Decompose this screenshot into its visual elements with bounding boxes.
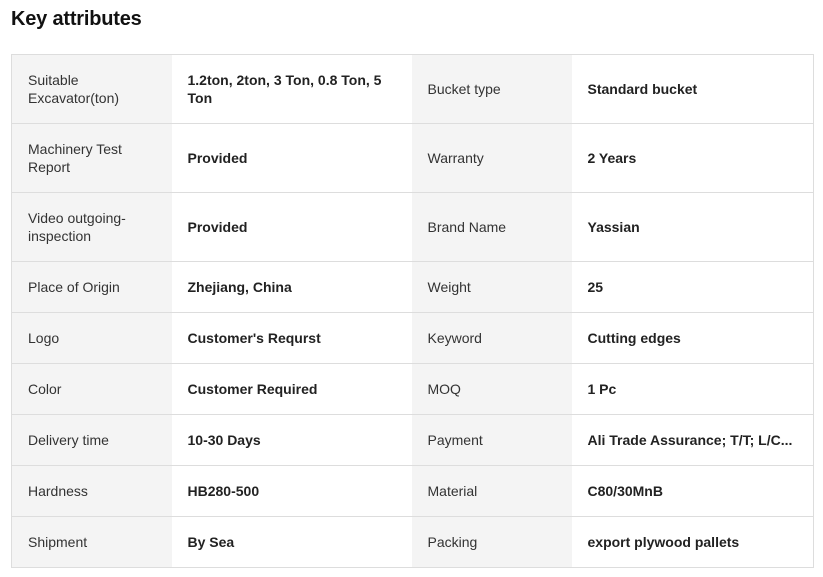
attribute-label: MOQ <box>411 363 572 415</box>
attribute-label: Color <box>11 363 172 415</box>
section-title: Key attributes <box>11 8 142 30</box>
table-row: Video outgoing-inspection Provided Brand… <box>11 192 814 262</box>
table-row: Delivery time 10-30 Days Payment Ali Tra… <box>11 414 814 466</box>
attribute-value: Yassian <box>571 192 814 262</box>
attribute-label: Suitable Excavator(ton) <box>11 54 172 124</box>
attribute-value: Standard bucket <box>571 54 814 124</box>
attribute-value: Customer Required <box>171 363 412 415</box>
attribute-label: Brand Name <box>411 192 572 262</box>
key-attributes-table: Suitable Excavator(ton) 1.2ton, 2ton, 3 … <box>11 54 814 568</box>
attribute-value: 2 Years <box>571 123 814 193</box>
attribute-value: 1.2ton, 2ton, 3 Ton, 0.8 Ton, 5 Ton <box>171 54 412 124</box>
attribute-label: Material <box>411 465 572 517</box>
attribute-label: Warranty <box>411 123 572 193</box>
attribute-value: 25 <box>571 261 814 313</box>
attribute-label: Video outgoing-inspection <box>11 192 172 262</box>
attribute-value: C80/30MnB <box>571 465 814 517</box>
attribute-value: Cutting edges <box>571 312 814 364</box>
attribute-value: Ali Trade Assurance; T/T; L/C... <box>571 414 814 466</box>
attribute-value: Customer's Requrst <box>171 312 412 364</box>
attribute-value: 10-30 Days <box>171 414 412 466</box>
table-row: Shipment By Sea Packing export plywood p… <box>11 516 814 568</box>
attribute-label: Machinery Test Report <box>11 123 172 193</box>
attribute-label: Bucket type <box>411 54 572 124</box>
table-row: Place of Origin Zhejiang, China Weight 2… <box>11 261 814 313</box>
attribute-value: By Sea <box>171 516 412 568</box>
attribute-label: Keyword <box>411 312 572 364</box>
attribute-value: export plywood pallets <box>571 516 814 568</box>
table-row: Machinery Test Report Provided Warranty … <box>11 123 814 193</box>
table-row: Logo Customer's Requrst Keyword Cutting … <box>11 312 814 364</box>
attribute-label: Delivery time <box>11 414 172 466</box>
table-row: Suitable Excavator(ton) 1.2ton, 2ton, 3 … <box>11 54 814 124</box>
attribute-label: Shipment <box>11 516 172 568</box>
attribute-value: 1 Pc <box>571 363 814 415</box>
table-row: Color Customer Required MOQ 1 Pc <box>11 363 814 415</box>
attribute-value: HB280-500 <box>171 465 412 517</box>
table-row: Hardness HB280-500 Material C80/30MnB <box>11 465 814 517</box>
attribute-value: Provided <box>171 192 412 262</box>
attribute-label: Weight <box>411 261 572 313</box>
attribute-value: Provided <box>171 123 412 193</box>
attribute-label: Packing <box>411 516 572 568</box>
attribute-label: Payment <box>411 414 572 466</box>
attribute-label: Place of Origin <box>11 261 172 313</box>
attribute-value: Zhejiang, China <box>171 261 412 313</box>
attribute-label: Logo <box>11 312 172 364</box>
attribute-label: Hardness <box>11 465 172 517</box>
